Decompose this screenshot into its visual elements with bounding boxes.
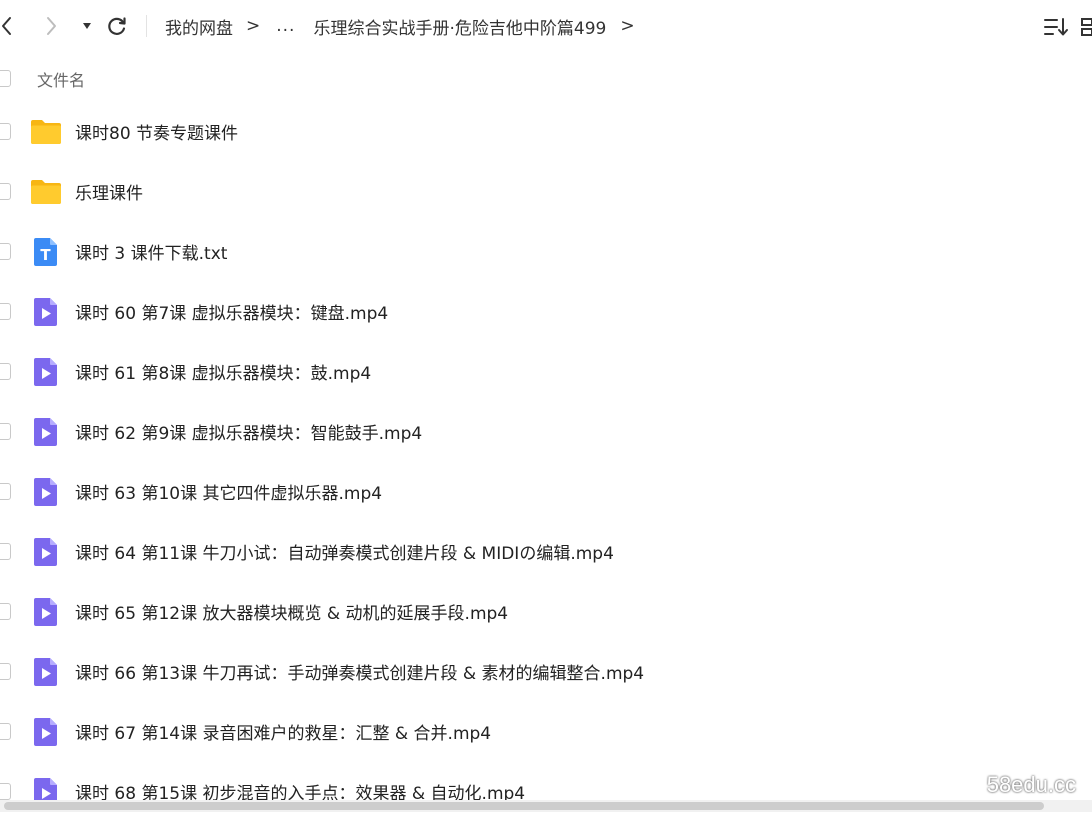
toolbar-divider xyxy=(146,15,147,37)
breadcrumb-ellipsis[interactable]: ... xyxy=(276,16,295,36)
list-item[interactable]: 课时 68 第15课 初步混音的入手点：效果器 & 自动化.mp4 xyxy=(0,762,1092,822)
video-file-icon xyxy=(34,718,57,746)
folder-icon xyxy=(31,180,61,204)
list-item[interactable]: 课时 67 第14课 录音困难户的救星：汇整 & 合并.mp4 xyxy=(0,702,1092,762)
list-item[interactable]: 乐理课件 xyxy=(0,162,1092,222)
row-checkbox[interactable] xyxy=(0,363,11,380)
video-file-icon xyxy=(34,478,57,506)
view-mode-icon[interactable] xyxy=(1080,14,1092,40)
list-item[interactable]: 课时 64 第11课 牛刀小试：自动弹奏模式创建片段 & MIDIの编辑.mp4 xyxy=(0,522,1092,582)
file-list: 课时80 节奏专题课件 乐理课件 T 课时 3 课件下载.txt 课时 60 第… xyxy=(0,102,1092,822)
row-checkbox[interactable] xyxy=(0,243,11,260)
caret-down-icon[interactable] xyxy=(78,12,96,40)
file-name: 课时 62 第9课 虚拟乐器模块：智能鼓手.mp4 xyxy=(75,424,423,444)
text-file-icon: T xyxy=(34,238,57,266)
list-item[interactable]: 课时80 节奏专题课件 xyxy=(0,102,1092,162)
breadcrumb-separator: > xyxy=(620,16,635,36)
refresh-icon[interactable] xyxy=(104,12,130,40)
sort-descending-icon[interactable] xyxy=(1043,14,1069,40)
row-checkbox[interactable] xyxy=(0,543,11,560)
column-header-name[interactable]: 文件名 xyxy=(37,67,85,91)
row-checkbox[interactable] xyxy=(0,303,11,320)
row-checkbox[interactable] xyxy=(0,663,11,680)
toolbar: 我的网盘 > ... 乐理综合实战手册·危险吉他中阶篇499 > xyxy=(0,0,1092,52)
breadcrumb-current[interactable]: 乐理综合实战手册·危险吉他中阶篇499 xyxy=(313,14,606,39)
chevron-right-icon[interactable] xyxy=(42,12,62,40)
horizontal-scrollbar[interactable] xyxy=(0,800,1092,812)
file-name: 课时 63 第10课 其它四件虚拟乐器.mp4 xyxy=(75,484,383,504)
file-name: 课时 64 第11课 牛刀小试：自动弹奏模式创建片段 & MIDIの编辑.mp4 xyxy=(75,544,614,564)
breadcrumb: 我的网盘 > ... 乐理综合实战手册·危险吉他中阶篇499 > xyxy=(165,12,651,40)
list-item[interactable]: 课时 62 第9课 虚拟乐器模块：智能鼓手.mp4 xyxy=(0,402,1092,462)
video-file-icon xyxy=(34,598,57,626)
chevron-left-icon[interactable] xyxy=(0,12,16,40)
file-name: 课时 65 第12课 放大器模块概览 & 动机的延展手段.mp4 xyxy=(75,604,509,624)
breadcrumb-root[interactable]: 我的网盘 xyxy=(165,14,233,39)
row-checkbox[interactable] xyxy=(0,783,11,800)
list-item[interactable]: 课时 66 第13课 牛刀再试：手动弹奏模式创建片段 & 素材的编辑整合.mp4 xyxy=(0,642,1092,702)
file-name: 课时80 节奏专题课件 xyxy=(75,124,239,144)
file-name: 课时 3 课件下载.txt xyxy=(75,244,228,264)
row-checkbox[interactable] xyxy=(0,603,11,620)
list-item[interactable]: T 课时 3 课件下载.txt xyxy=(0,222,1092,282)
file-name: 课时 67 第14课 录音困难户的救星：汇整 & 合并.mp4 xyxy=(75,724,492,744)
video-file-icon xyxy=(34,658,57,686)
list-item[interactable]: 课时 61 第8课 虚拟乐器模块：鼓.mp4 xyxy=(0,342,1092,402)
row-checkbox[interactable] xyxy=(0,183,11,200)
select-all-checkbox[interactable] xyxy=(0,70,11,87)
scrollbar-thumb[interactable] xyxy=(4,802,1044,810)
column-header: 文件名 xyxy=(0,60,1092,96)
video-file-icon xyxy=(34,538,57,566)
list-item[interactable]: 课时 65 第12课 放大器模块概览 & 动机的延展手段.mp4 xyxy=(0,582,1092,642)
file-name: 课时 66 第13课 牛刀再试：手动弹奏模式创建片段 & 素材的编辑整合.mp4 xyxy=(75,664,645,684)
file-name: 课时 60 第7课 虚拟乐器模块：键盘.mp4 xyxy=(75,304,389,324)
video-file-icon xyxy=(34,418,57,446)
video-file-icon xyxy=(34,358,57,386)
row-checkbox[interactable] xyxy=(0,123,11,140)
breadcrumb-separator: > xyxy=(246,16,261,36)
folder-icon xyxy=(31,120,61,144)
row-checkbox[interactable] xyxy=(0,423,11,440)
row-checkbox[interactable] xyxy=(0,723,11,740)
text-file-badge: T xyxy=(40,246,51,264)
file-name: 乐理课件 xyxy=(75,184,143,204)
watermark: 58edu.cc xyxy=(986,772,1076,797)
file-name: 课时 61 第8课 虚拟乐器模块：鼓.mp4 xyxy=(75,364,372,384)
row-checkbox[interactable] xyxy=(0,483,11,500)
list-item[interactable]: 课时 63 第10课 其它四件虚拟乐器.mp4 xyxy=(0,462,1092,522)
video-file-icon xyxy=(34,298,57,326)
list-item[interactable]: 课时 60 第7课 虚拟乐器模块：键盘.mp4 xyxy=(0,282,1092,342)
